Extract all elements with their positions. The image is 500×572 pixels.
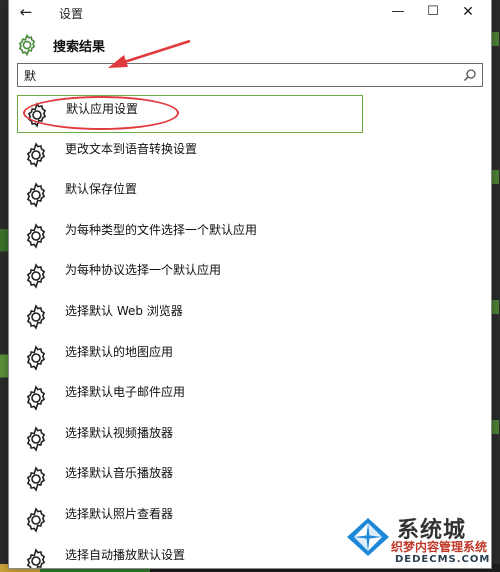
result-item[interactable]: 更改文本到语音转换设置 bbox=[17, 136, 363, 174]
annotation-arrow-icon bbox=[108, 39, 191, 68]
watermark-url: DEDECMS.COM bbox=[395, 554, 491, 565]
gear-icon bbox=[26, 547, 46, 568]
result-label: 为每种类型的文件选择一个默认应用 bbox=[65, 222, 258, 237]
gear-icon bbox=[26, 385, 46, 411]
result-label: 选择默认电子邮件应用 bbox=[65, 385, 186, 400]
result-item[interactable]: 为每种类型的文件选择一个默认应用 bbox=[17, 217, 363, 255]
gear-icon bbox=[26, 182, 46, 208]
gear-icon bbox=[26, 426, 46, 452]
search-box[interactable] bbox=[17, 63, 483, 87]
result-label: 选择默认照片查看器 bbox=[65, 507, 174, 521]
window-title: 设置 bbox=[59, 7, 84, 21]
gear-icon bbox=[26, 344, 46, 371]
result-label: 默认保存位置 bbox=[65, 182, 138, 197]
result-item[interactable]: 选择默认的地图应用 bbox=[17, 339, 363, 377]
gear-icon bbox=[26, 466, 46, 493]
result-item[interactable]: 选择默认视频播放器 bbox=[17, 420, 363, 458]
result-item[interactable]: 选择默认照片查看器 bbox=[17, 501, 363, 539]
watermark: 系统城 织梦内容管理系统 DEDECMS.COM bbox=[345, 512, 495, 570]
gear-icon bbox=[18, 33, 36, 57]
page-title: 搜索结果 bbox=[53, 40, 106, 55]
result-item[interactable]: 选择默认 Web 浏览器 bbox=[17, 298, 363, 336]
result-label: 为每种协议选择一个默认应用 bbox=[65, 263, 222, 278]
search-input[interactable] bbox=[18, 64, 464, 86]
annotation-ellipse bbox=[23, 96, 179, 130]
result-label: 选择默认音乐播放器 bbox=[65, 466, 174, 481]
result-label: 选择默认 Web 浏览器 bbox=[65, 304, 183, 318]
result-item[interactable]: 选择默认电子邮件应用 bbox=[17, 379, 363, 417]
gear-icon bbox=[26, 223, 46, 249]
result-item[interactable]: 选择默认音乐播放器 bbox=[17, 460, 363, 498]
title-bar: ← 设置 — ☐ ✕ bbox=[9, 0, 491, 24]
gear-icon bbox=[26, 263, 46, 290]
minimize-button[interactable]: — bbox=[383, 3, 413, 21]
result-item[interactable]: 默认保存位置 bbox=[17, 176, 363, 214]
search-icon[interactable] bbox=[463, 68, 477, 82]
gear-icon bbox=[26, 507, 46, 533]
result-label: 选择默认视频播放器 bbox=[65, 425, 174, 440]
gear-icon bbox=[26, 141, 46, 168]
result-label: 选择默认的地图应用 bbox=[65, 344, 174, 359]
gear-icon bbox=[26, 304, 46, 330]
settings-window: ← 设置 — ☐ ✕ 搜索结果 默认应用设置更改文本到语音转换设置默认保存位置为… bbox=[8, 0, 492, 569]
result-label: 更改文本到语音转换设置 bbox=[65, 141, 198, 156]
result-item[interactable]: 选择自动播放默认设置 bbox=[17, 542, 363, 568]
watermark-subtitle: 织梦内容管理系统 bbox=[391, 540, 488, 554]
maximize-button[interactable]: ☐ bbox=[418, 3, 448, 21]
back-button[interactable]: ← bbox=[15, 3, 37, 21]
close-button[interactable]: ✕ bbox=[453, 3, 483, 21]
result-label: 选择自动播放默认设置 bbox=[65, 547, 186, 562]
result-item[interactable]: 为每种协议选择一个默认应用 bbox=[17, 257, 363, 295]
desktop-background-left bbox=[0, 0, 8, 572]
windows-logo-icon bbox=[347, 518, 389, 556]
